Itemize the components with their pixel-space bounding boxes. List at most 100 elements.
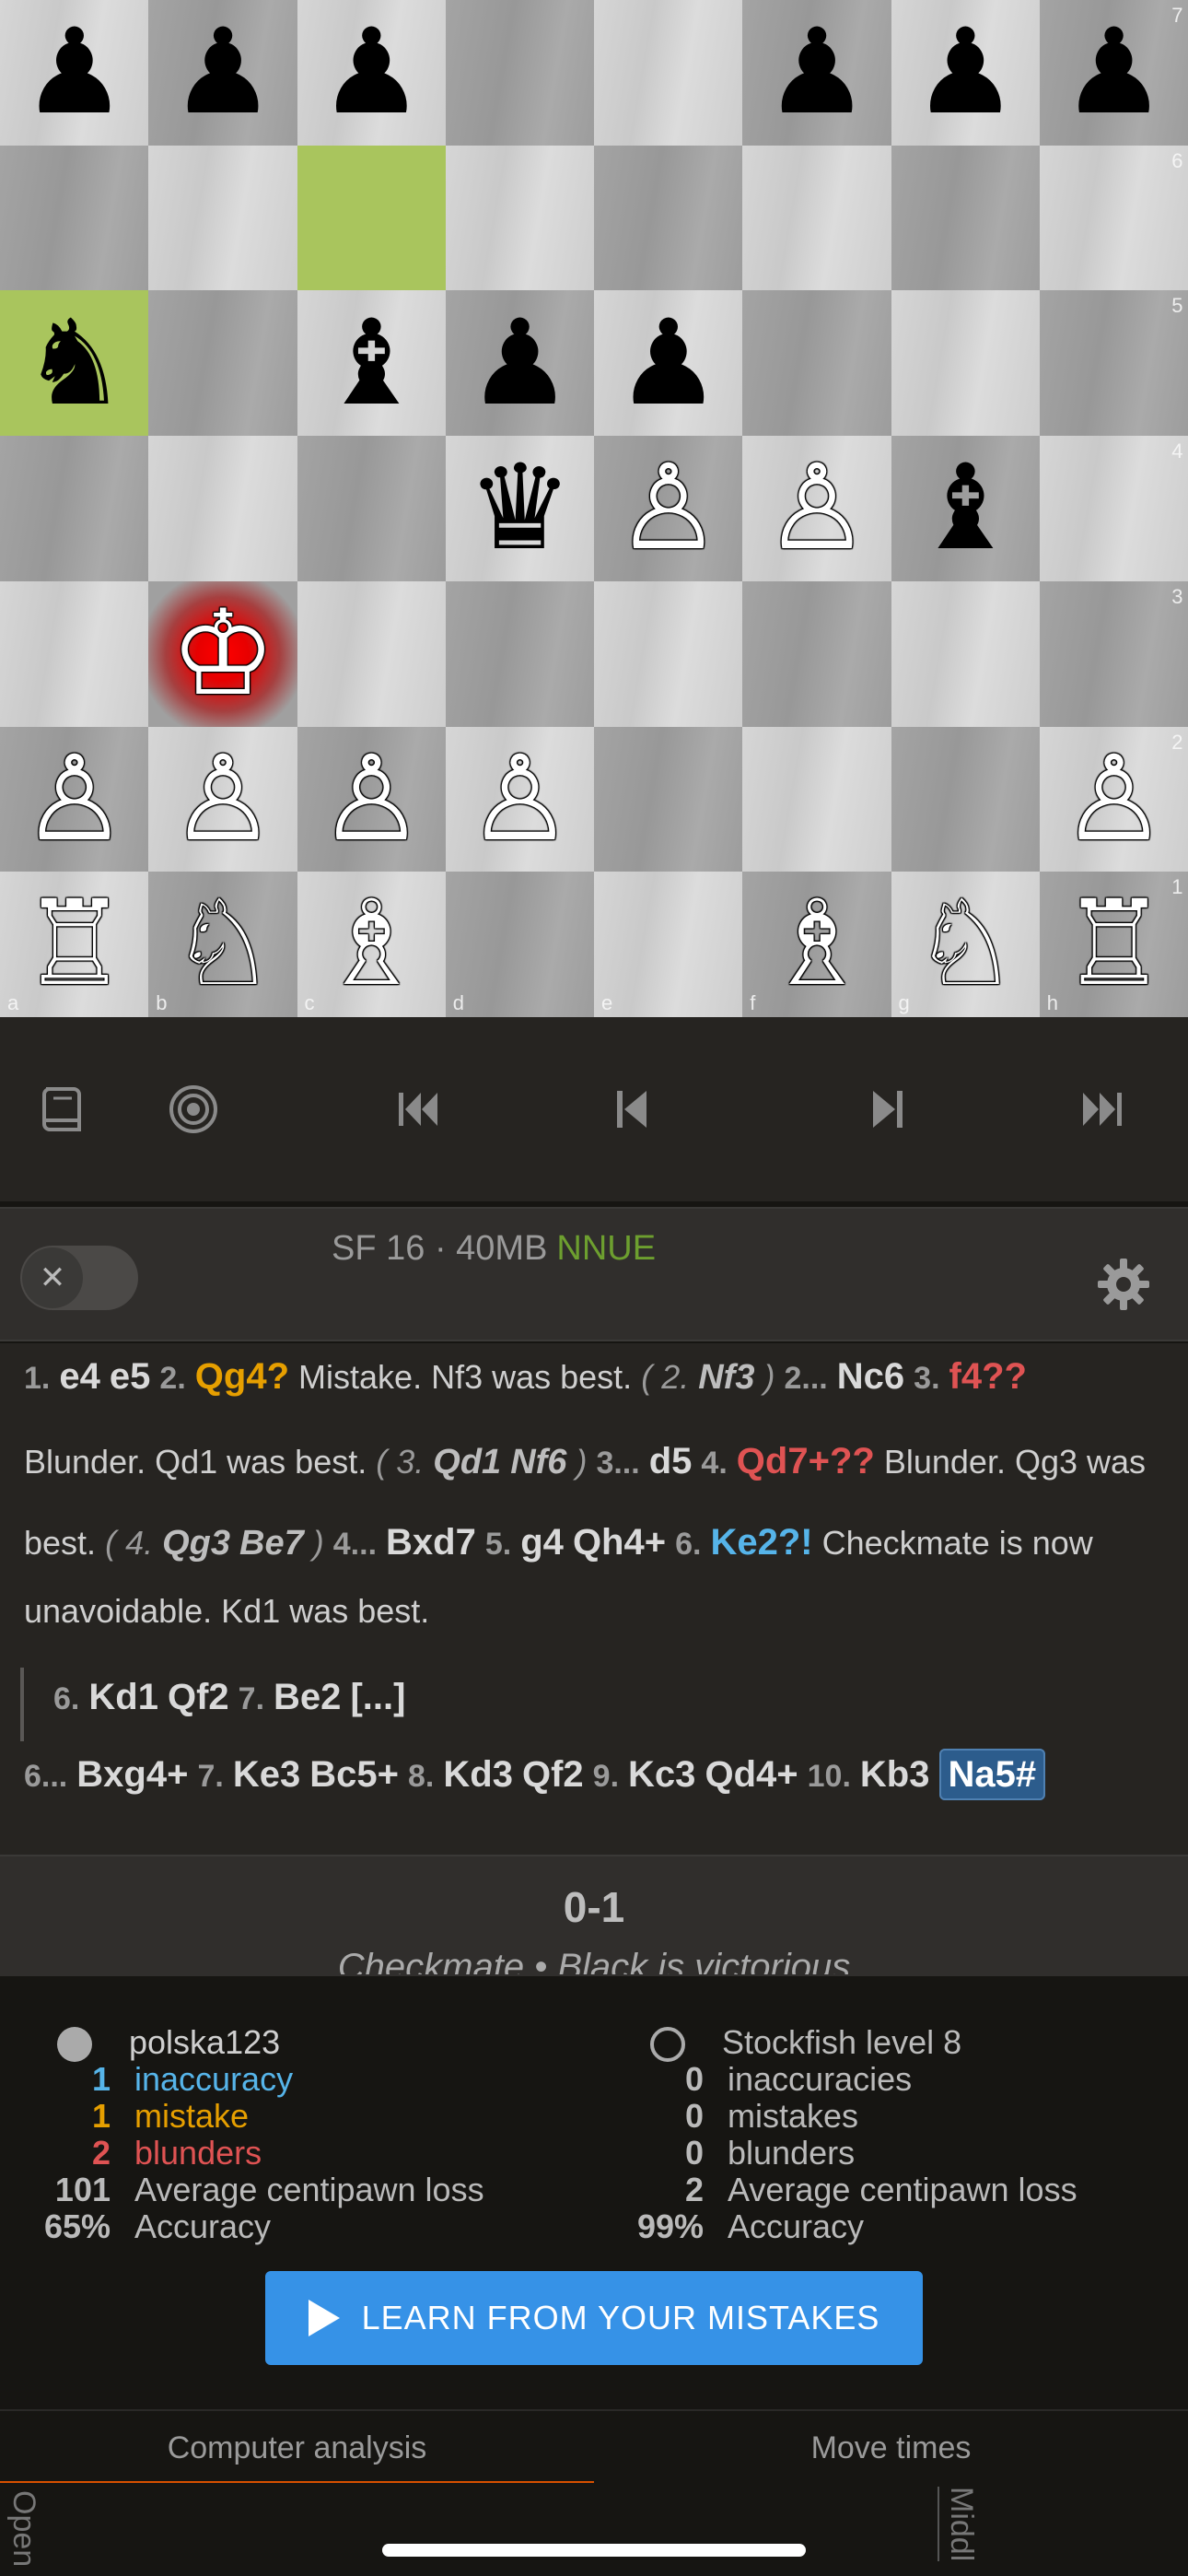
- tab-computer-analysis[interactable]: Computer analysis: [0, 2411, 594, 2485]
- square-f1[interactable]: ♗ f: [742, 872, 891, 1018]
- move[interactable]: Kd1: [88, 1677, 158, 1717]
- square-f4[interactable]: ♙: [742, 436, 891, 582]
- last-move-icon[interactable]: [1065, 1072, 1138, 1146]
- gear-icon[interactable]: [1094, 1255, 1153, 1314]
- square-a2[interactable]: ♙: [0, 726, 149, 872]
- square-g4[interactable]: ♝: [891, 436, 1041, 582]
- white-rook-piece[interactable]: ♖: [1040, 872, 1188, 1017]
- home-indicator[interactable]: [382, 2544, 806, 2557]
- square-d6[interactable]: [445, 145, 595, 291]
- move[interactable]: Be2: [274, 1677, 341, 1717]
- square-a4[interactable]: [0, 436, 149, 582]
- move[interactable]: Kb3: [860, 1754, 930, 1795]
- square-b5[interactable]: [148, 290, 297, 437]
- next-move-icon[interactable]: [851, 1072, 925, 1146]
- white-pawn-piece[interactable]: ♙: [148, 727, 297, 872]
- square-d7[interactable]: [445, 0, 595, 146]
- learn-from-mistakes-button[interactable]: LEARN FROM YOUR MISTAKES: [265, 2271, 923, 2365]
- square-h6[interactable]: 6: [1039, 145, 1188, 291]
- square-c2[interactable]: ♙: [297, 726, 447, 872]
- square-c7[interactable]: ♟: [297, 0, 447, 146]
- black-pawn-piece[interactable]: ♟: [0, 0, 149, 146]
- square-b4[interactable]: [148, 436, 297, 582]
- white-knight-piece[interactable]: ♘: [891, 872, 1041, 1017]
- mistake-label[interactable]: mistake: [134, 2097, 249, 2135]
- chess-board[interactable]: ♟ ♟ ♟ ♟ ♟ ♟ 7 6 ♞ ♝ ♟ ♟ 5 ♛ ♙ ♙ ♝ 4 ♔ 3 ♙ ♙ ♙ ♙ ♙ 2 ♖ a ♘ b ♗ c d e ♗ f ♘ g ♖ 1…: [0, 0, 1188, 1018]
- square-e3[interactable]: [594, 580, 743, 728]
- inaccuracy-label[interactable]: inaccuracy: [134, 2060, 293, 2098]
- square-d1[interactable]: d: [445, 872, 595, 1018]
- square-f6[interactable]: [742, 145, 891, 291]
- square-h2[interactable]: ♙ 2: [1039, 726, 1188, 872]
- move[interactable]: e4: [59, 1356, 100, 1397]
- white-pawn-piece[interactable]: ♙: [0, 727, 149, 872]
- square-d2[interactable]: ♙: [445, 726, 595, 872]
- square-g1[interactable]: ♘ g: [891, 872, 1041, 1018]
- square-g2[interactable]: [891, 726, 1041, 872]
- move[interactable]: Kc3: [628, 1754, 695, 1795]
- square-g6[interactable]: [891, 145, 1041, 291]
- target-icon[interactable]: [157, 1072, 230, 1146]
- move[interactable]: Qf2: [168, 1677, 229, 1717]
- square-a7[interactable]: ♟: [0, 0, 149, 146]
- move-blunder[interactable]: Qd7+??: [737, 1441, 875, 1481]
- move-blunder[interactable]: f4??: [949, 1356, 1027, 1397]
- square-f3[interactable]: [742, 580, 891, 728]
- square-g5[interactable]: [891, 290, 1041, 437]
- prev-move-icon[interactable]: [595, 1072, 669, 1146]
- white-rook-piece[interactable]: ♖: [0, 872, 149, 1017]
- white-bishop-piece[interactable]: ♗: [297, 872, 447, 1017]
- white-king-piece[interactable]: ♔: [148, 581, 297, 727]
- black-pawn-piece[interactable]: ♟: [297, 0, 447, 146]
- square-b2[interactable]: ♙: [148, 726, 297, 872]
- square-a3[interactable]: [0, 580, 149, 728]
- variation[interactable]: ( 4. Qg3 Be7 ): [105, 1524, 324, 1563]
- square-g3[interactable]: [891, 580, 1041, 728]
- move[interactable]: Bxg4+: [76, 1754, 188, 1795]
- square-b7[interactable]: ♟: [148, 0, 297, 146]
- white-pawn-piece[interactable]: ♙: [446, 727, 595, 872]
- more-moves[interactable]: [...]: [350, 1677, 405, 1717]
- square-h3[interactable]: 3: [1039, 580, 1188, 728]
- square-c3[interactable]: [297, 580, 447, 728]
- variation[interactable]: ( 3. Qd1 Nf6 ): [376, 1443, 587, 1481]
- square-e7[interactable]: [594, 0, 743, 146]
- move[interactable]: Bxd7: [386, 1522, 476, 1563]
- square-a1[interactable]: ♖ a: [0, 872, 149, 1018]
- move[interactable]: d5: [649, 1441, 693, 1481]
- move[interactable]: g4: [520, 1522, 564, 1563]
- square-e5[interactable]: ♟: [594, 290, 743, 437]
- square-e6[interactable]: [594, 145, 743, 291]
- current-move[interactable]: Na5#: [938, 1749, 1046, 1800]
- move[interactable]: e5: [110, 1356, 151, 1397]
- variation-line[interactable]: 6. Kd1 Qf2 7. Be2 [...]: [53, 1677, 405, 1718]
- square-h4[interactable]: 4: [1039, 436, 1188, 582]
- black-queen-piece[interactable]: ♛: [446, 436, 595, 581]
- white-pawn-piece[interactable]: ♙: [742, 436, 891, 581]
- black-pawn-piece[interactable]: ♟: [148, 0, 297, 146]
- square-h1[interactable]: ♖ 1 h: [1039, 872, 1188, 1018]
- square-b3[interactable]: ♔: [148, 580, 297, 728]
- black-pawn-piece[interactable]: ♟: [891, 0, 1041, 146]
- square-c6[interactable]: [297, 145, 447, 291]
- square-g7[interactable]: ♟: [891, 0, 1041, 146]
- white-pawn-piece[interactable]: ♙: [1040, 727, 1188, 872]
- square-c1[interactable]: ♗ c: [297, 872, 447, 1018]
- move-inaccuracy[interactable]: Ke2?!: [710, 1522, 812, 1563]
- black-pawn-piece[interactable]: ♟: [742, 0, 891, 146]
- square-a5[interactable]: ♞: [0, 290, 149, 437]
- square-e4[interactable]: ♙: [594, 436, 743, 582]
- square-d3[interactable]: [445, 580, 595, 728]
- square-f5[interactable]: [742, 290, 891, 437]
- move[interactable]: Qf2: [522, 1754, 584, 1795]
- black-bishop-piece[interactable]: ♝: [297, 290, 447, 436]
- square-h5[interactable]: 5: [1039, 290, 1188, 437]
- white-knight-piece[interactable]: ♘: [148, 872, 297, 1017]
- square-c4[interactable]: [297, 436, 447, 582]
- move[interactable]: Kd3: [443, 1754, 513, 1795]
- variation[interactable]: ( 2. Nf3 ): [641, 1358, 775, 1397]
- black-bishop-piece[interactable]: ♝: [891, 436, 1041, 581]
- square-b1[interactable]: ♘ b: [148, 872, 297, 1018]
- square-a6[interactable]: [0, 145, 149, 291]
- engine-toggle[interactable]: ✕: [20, 1246, 138, 1310]
